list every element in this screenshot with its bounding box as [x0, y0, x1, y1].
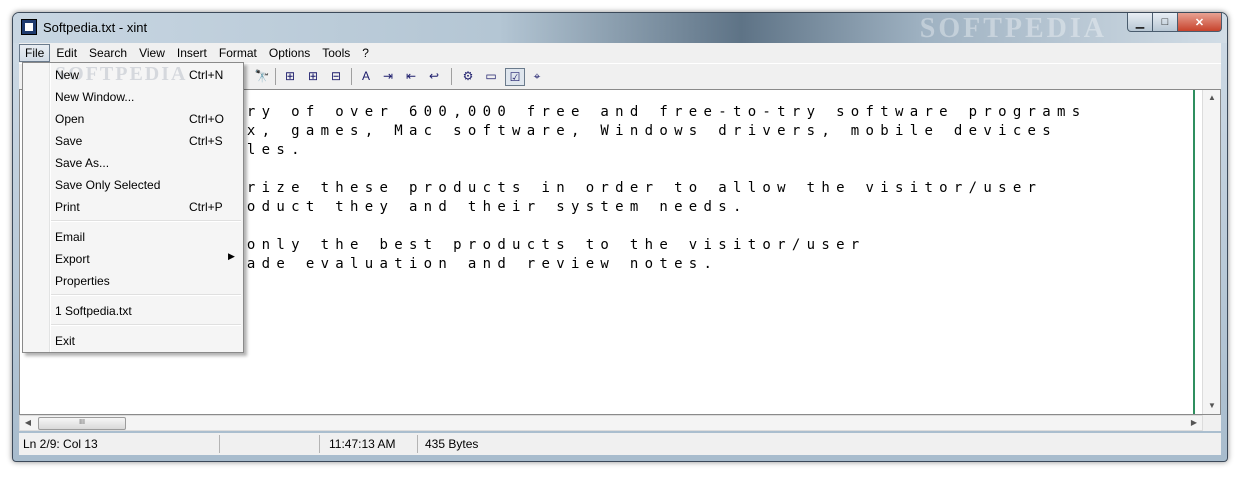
- scroll-up-icon[interactable]: ▲: [1203, 90, 1220, 106]
- view-icon[interactable]: ▭: [482, 68, 500, 84]
- wrap-icon[interactable]: ↩: [425, 68, 443, 84]
- status-bar: Ln 2/9: Col 13 11:47:13 AM 435 Bytes: [19, 433, 1221, 455]
- toolbar-separator: [451, 68, 452, 85]
- scroll-corner: [1203, 415, 1221, 431]
- maximize-button[interactable]: □: [1153, 13, 1178, 32]
- font-icon[interactable]: A: [357, 68, 375, 84]
- menu-item-label: Properties: [55, 274, 110, 288]
- softpedia-watermark: SOFTPEDIA: [919, 13, 1107, 44]
- find-next-icon[interactable]: ⊞: [304, 68, 322, 84]
- caption-buttons: ▁ □ ✕: [1127, 13, 1222, 33]
- menu-item-label: Exit: [55, 334, 76, 348]
- status-time: 11:47:13 AM: [329, 437, 396, 451]
- menu-item-open[interactable]: Open Ctrl+O: [23, 109, 243, 129]
- replace-icon[interactable]: ⊟: [327, 68, 345, 84]
- menu-item-shortcut: Ctrl+O: [189, 112, 225, 126]
- status-divider: [417, 435, 418, 453]
- menu-item-label: Save: [55, 134, 83, 148]
- menu-item-label: Open: [55, 112, 85, 126]
- menu-options[interactable]: Options: [263, 44, 316, 62]
- title-bar[interactable]: Softpedia.txt - xint SOFTPEDIA ▁ □ ✕: [13, 13, 1227, 44]
- vertical-scrollbar[interactable]: ▲ ▼: [1202, 90, 1220, 414]
- select-icon[interactable]: ☑: [505, 68, 525, 86]
- menu-tools[interactable]: Tools: [316, 44, 356, 62]
- menu-file[interactable]: File: [19, 44, 51, 62]
- menu-item-export[interactable]: Export ▶: [23, 249, 243, 269]
- menu-search[interactable]: Search: [83, 44, 133, 62]
- menu-item-label: Print: [55, 200, 80, 214]
- status-position: Ln 2/9: Col 13: [23, 437, 98, 451]
- menu-item-save[interactable]: Save Ctrl+S: [23, 131, 243, 151]
- menu-item-shortcut: Ctrl+S: [189, 134, 223, 148]
- menu-item-exit[interactable]: Exit: [23, 331, 243, 351]
- horizontal-scrollbar[interactable]: ◀ III ▶: [19, 415, 1203, 431]
- menu-separator: [51, 324, 241, 326]
- right-margin-line: [1193, 90, 1195, 414]
- menu-item-label: Export: [55, 252, 90, 266]
- toolbar-separator: [275, 68, 276, 85]
- menu-bar: File Edit Search View Insert Format Opti…: [19, 43, 1221, 63]
- menu-item-properties[interactable]: Properties: [23, 271, 243, 291]
- menu-edit[interactable]: Edit: [50, 44, 83, 62]
- menu-item-save-as[interactable]: Save As...: [23, 153, 243, 173]
- status-divider: [319, 435, 320, 453]
- scroll-left-icon[interactable]: ◀: [20, 416, 36, 430]
- indent-icon[interactable]: ⇥: [379, 68, 397, 84]
- menu-view[interactable]: View: [133, 44, 171, 62]
- status-divider: [219, 435, 220, 453]
- outdent-icon[interactable]: ⇤: [402, 68, 420, 84]
- status-size: 435 Bytes: [425, 437, 479, 451]
- menu-item-recent-file[interactable]: 1 Softpedia.txt: [23, 301, 243, 321]
- minimize-button[interactable]: ▁: [1127, 13, 1153, 32]
- menu-item-shortcut: Ctrl+P: [189, 200, 223, 214]
- close-button[interactable]: ✕: [1178, 13, 1222, 32]
- menu-insert[interactable]: Insert: [171, 44, 213, 62]
- insert-icon[interactable]: ⌖: [528, 68, 546, 84]
- menu-item-label: 1 Softpedia.txt: [55, 304, 132, 318]
- menu-item-label: New Window...: [55, 90, 135, 104]
- app-icon[interactable]: [21, 19, 37, 35]
- menu-item-save-only-selected[interactable]: Save Only Selected: [23, 175, 243, 195]
- find-icon[interactable]: ⊞: [281, 68, 299, 84]
- menu-item-shortcut: Ctrl+N: [189, 68, 224, 82]
- file-menu-dropdown: SOFTPEDIA New Ctrl+N New Window... Open Ct…: [22, 62, 244, 353]
- menu-item-label: Save Only Selected: [55, 178, 161, 192]
- menu-item-label: Save As...: [55, 156, 110, 170]
- submenu-arrow-icon: ▶: [228, 251, 235, 261]
- scroll-down-icon[interactable]: ▼: [1203, 398, 1220, 414]
- menu-item-new-window[interactable]: New Window...: [23, 87, 243, 107]
- menu-separator: [51, 294, 241, 296]
- binoculars-icon[interactable]: 🔭: [253, 68, 271, 84]
- menu-help[interactable]: ?: [356, 44, 375, 62]
- toolbar-separator: [351, 68, 352, 85]
- menu-format[interactable]: Format: [213, 44, 263, 62]
- properties-icon[interactable]: ⚙: [459, 68, 477, 84]
- menu-item-label: New: [55, 68, 80, 82]
- window-title: Softpedia.txt - xint: [43, 20, 148, 35]
- scroll-right-icon[interactable]: ▶: [1186, 416, 1202, 430]
- menu-item-email[interactable]: Email: [23, 227, 243, 247]
- scroll-thumb[interactable]: III: [38, 417, 126, 430]
- menu-item-label: Email: [55, 230, 86, 244]
- menu-item-print[interactable]: Print Ctrl+P: [23, 197, 243, 217]
- menu-separator: [51, 220, 241, 222]
- menu-item-new[interactable]: New Ctrl+N: [23, 65, 243, 85]
